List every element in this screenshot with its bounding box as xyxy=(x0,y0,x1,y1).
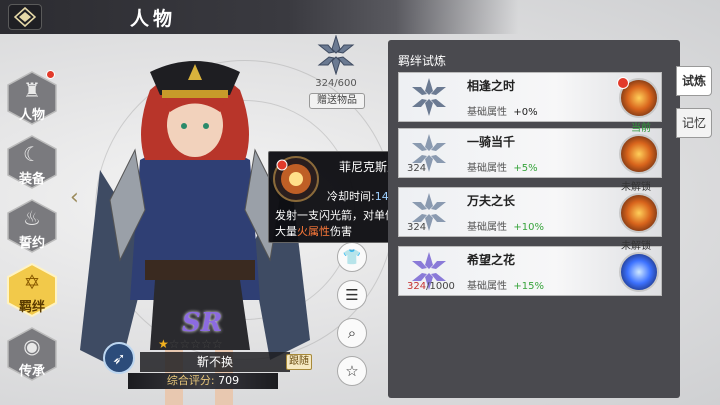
star-icon: ★ xyxy=(158,337,169,351)
hood-icon: ♜ xyxy=(23,78,41,102)
bond-count: 324 xyxy=(407,163,427,174)
character-name: 靳不换 xyxy=(140,352,290,372)
attr-label: 基础属性 xyxy=(467,107,507,118)
fire-attribute-text: 火属性 xyxy=(297,225,330,238)
tab-memory[interactable]: 记忆 xyxy=(676,108,712,138)
cooldown-label: 冷却时间: xyxy=(327,190,375,203)
list-icon: ☰ xyxy=(345,286,359,304)
star-rating: ★☆☆☆☆☆ xyxy=(158,337,223,351)
search-button[interactable]: ⌕ xyxy=(337,318,367,348)
diamond-back-icon xyxy=(14,7,36,27)
bond-name: 一骑当千 xyxy=(467,135,516,149)
bond-name: 万夫之长 xyxy=(467,194,516,208)
phoenix-arrow-skill-icon xyxy=(273,156,319,202)
sidebar-item-label: 传承 xyxy=(18,364,45,379)
fire-skill-icon[interactable] xyxy=(619,134,659,174)
sidebar-item-label: 人物 xyxy=(18,108,45,123)
attr-value: +0% xyxy=(513,107,538,118)
favorite-button[interactable]: ☆ xyxy=(337,356,367,386)
attr-value: +10% xyxy=(513,222,544,233)
attr-label: 基础属性 xyxy=(467,163,507,174)
locked-tag: 未解锁 xyxy=(621,182,651,193)
rarity-badge: SR xyxy=(182,308,223,338)
bond-attribute: 基础属性 +10% xyxy=(467,218,544,233)
gift-panel: 324/600 赠送物品 xyxy=(305,33,367,113)
eye-icon: ◉ xyxy=(23,334,41,358)
crescent-icon: ☾ xyxy=(23,142,41,166)
fire-element-icon xyxy=(617,77,629,89)
attr-label: 基础属性 xyxy=(467,222,507,233)
snowflake-icon xyxy=(317,35,355,75)
bond-attribute: 基础属性 +15% xyxy=(467,277,544,292)
star-icon: ☆ xyxy=(168,337,180,351)
star-icon: ☆ xyxy=(190,337,202,351)
desc-text: 伤害 xyxy=(330,225,352,238)
sidebar-item-bond[interactable]: ✡ 羁绊 xyxy=(6,262,58,318)
count-total: /1000 xyxy=(426,281,455,292)
bond-row-3[interactable]: 324 万夫之长 基础属性 +10% 未解锁 xyxy=(398,182,662,237)
tab-trial[interactable]: 试炼 xyxy=(676,66,712,96)
flame-icon: ♨ xyxy=(23,206,41,230)
star-icon: ☆ xyxy=(201,337,212,351)
gift-count: 324/600 xyxy=(315,78,357,89)
back-button[interactable] xyxy=(8,4,42,30)
attr-label: 基础属性 xyxy=(467,281,507,292)
page-title: 人物 xyxy=(130,8,177,30)
bond-attribute: 基础属性 +5% xyxy=(467,159,538,174)
count-current: 324 xyxy=(407,281,427,292)
chevron-left-icon[interactable]: ‹ xyxy=(70,185,79,210)
outfit-button[interactable]: 👕 xyxy=(337,242,367,272)
sidebar-item-equipment[interactable]: ☾ 装备 xyxy=(6,134,58,190)
bond-attribute: 基础属性 +0% xyxy=(467,103,538,118)
gift-button[interactable]: 赠送物品 xyxy=(309,93,365,109)
bond-row-2[interactable]: 324 一骑当千 基础属性 +5% 当前 xyxy=(398,123,662,178)
star-icon: ☆ xyxy=(345,362,359,380)
bond-name: 相逢之时 xyxy=(467,79,516,93)
score-label: 综合评分: xyxy=(166,374,215,387)
sidebar-item-inheritance[interactable]: ◉ 传承 xyxy=(6,326,58,382)
attr-value: +15% xyxy=(513,281,544,292)
bond-name: 希望之花 xyxy=(467,253,516,267)
hexagram-icon: ✡ xyxy=(23,270,41,294)
shirt-icon: 👕 xyxy=(342,248,362,266)
top-bar xyxy=(0,0,720,34)
bond-row-1[interactable]: 相逢之时 基础属性 +0% xyxy=(398,72,662,122)
follow-button[interactable]: 跟随 xyxy=(286,354,312,370)
score-value: 709 xyxy=(218,374,240,387)
bond-count: 324/1000 xyxy=(407,281,455,292)
score-bar: 综合评分: 709 xyxy=(128,373,278,389)
attr-value: +5% xyxy=(513,163,538,174)
light-skill-icon[interactable] xyxy=(619,252,659,292)
snowflake-icon xyxy=(412,78,446,116)
profile-button[interactable]: ☰ xyxy=(337,280,367,310)
sidebar-item-label: 誓约 xyxy=(18,236,45,251)
fire-skill-icon[interactable] xyxy=(619,193,659,233)
search-icon: ⌕ xyxy=(347,324,357,342)
star-icon: ☆ xyxy=(179,337,191,351)
sidebar-item-label: 羁绊 xyxy=(18,300,45,315)
panel-title: 羁绊试炼 xyxy=(398,54,447,68)
bond-row-4[interactable]: 324/1000 希望之花 基础属性 +15% 未解锁 xyxy=(398,241,662,296)
sidebar-item-label: 装备 xyxy=(18,172,45,187)
sidebar-item-oath[interactable]: ♨ 誓约 xyxy=(6,198,58,254)
screen: { "header": {"title": "人物", "back_icon":… xyxy=(0,0,720,405)
star-icon: ☆ xyxy=(211,337,223,351)
locked-tag: 未解锁 xyxy=(621,241,651,252)
notification-badge xyxy=(46,70,55,79)
bond-count: 324 xyxy=(407,222,427,233)
current-tag: 当前 xyxy=(631,123,651,134)
archer-class-icon: ➶ xyxy=(103,342,135,374)
